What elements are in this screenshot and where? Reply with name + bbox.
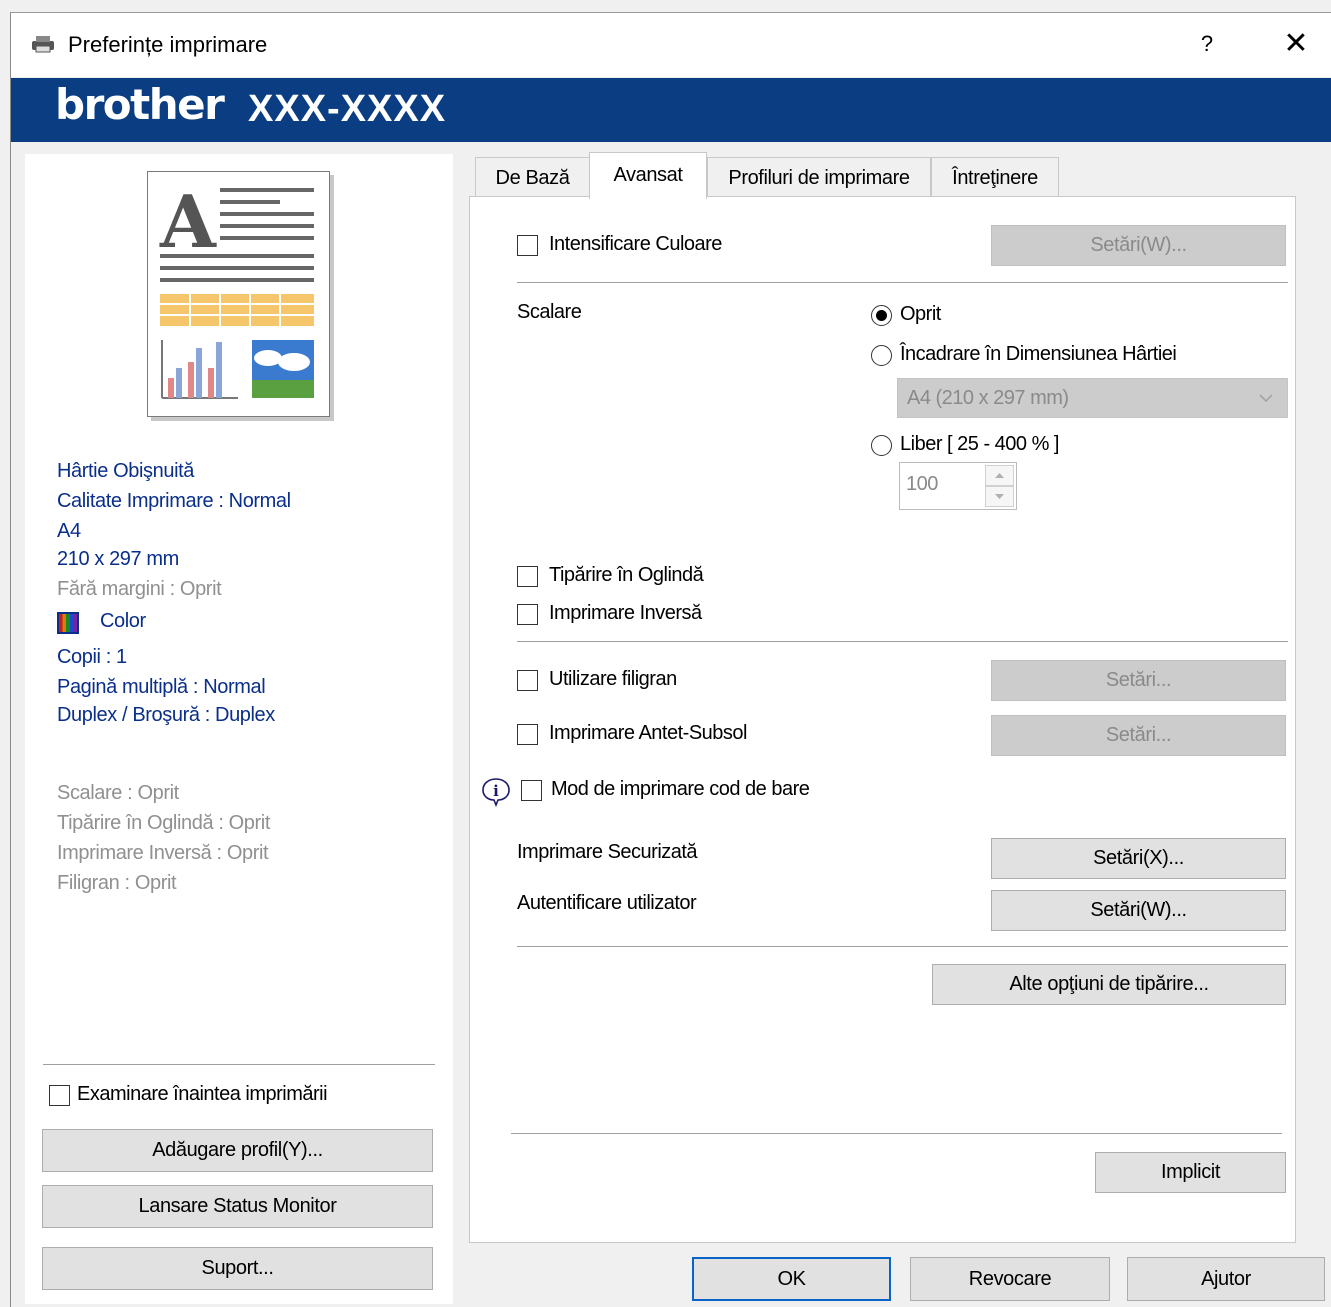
divider (517, 282, 1288, 283)
scale-percent-value: 100 (906, 473, 938, 495)
watermark-label: Utilizare filigran (549, 668, 677, 690)
user-auth-label: Autentificare utilizator (517, 892, 697, 914)
svg-text:A: A (159, 179, 217, 264)
model-name: XXX-XXXX (248, 88, 447, 130)
preview-checkbox[interactable] (49, 1085, 70, 1106)
chevron-down-icon (995, 494, 1004, 499)
stepper-up-button[interactable] (985, 465, 1014, 486)
tab-maintenance[interactable]: Întreţinere (931, 157, 1059, 197)
mirror-label: Tipărire în Oglindă (549, 564, 704, 586)
summary-color: Color (100, 610, 146, 632)
summary-paper-type: Hârtie Obişnuită (57, 460, 194, 482)
secure-print-label: Imprimare Securizată (517, 841, 698, 863)
restore-default-button[interactable]: Implicit (1095, 1152, 1286, 1193)
tab-basic[interactable]: De Bază (475, 157, 590, 197)
scaling-label: Scalare (517, 301, 582, 323)
mirror-checkbox[interactable] (517, 566, 538, 587)
svg-text:i: i (493, 782, 499, 800)
barcode-checkbox[interactable] (521, 780, 542, 801)
info-icon[interactable]: i (481, 777, 511, 807)
summary-scaling: Scalare : Oprit (57, 782, 179, 804)
watermark-settings-button[interactable]: Setări... (991, 660, 1286, 701)
scaling-fit-radio[interactable] (871, 345, 892, 366)
color-icon (57, 612, 79, 634)
preview-illustration: A (159, 179, 314, 399)
summary-multipage: Pagină multiplă : Normal (57, 676, 266, 698)
summary-duplex: Duplex / Broşură : Duplex (57, 704, 275, 726)
paper-size-dropdown[interactable]: A4 (210 x 297 mm) (897, 378, 1288, 418)
scaling-off-label: Oprit (900, 303, 941, 325)
secure-print-settings-button[interactable]: Setări(X)... (991, 838, 1286, 879)
summary-dimensions: 210 x 297 mm (57, 548, 179, 570)
summary-watermark: Filigran : Oprit (57, 872, 177, 894)
status-monitor-button[interactable]: Lansare Status Monitor (42, 1185, 433, 1228)
header-footer-label: Imprimare Antet-Subsol (549, 722, 747, 744)
summary-mirror: Tipărire în Oglindă : Oprit (57, 812, 270, 834)
summary-borderless: Fără margini : Oprit (57, 578, 222, 600)
other-options-button[interactable]: Alte opţiuni de tipărire... (932, 964, 1286, 1005)
page-preview: A (147, 171, 330, 417)
header-footer-checkbox[interactable] (517, 724, 538, 745)
chevron-down-icon (1259, 394, 1273, 403)
color-enhance-checkbox[interactable] (517, 235, 538, 256)
divider (43, 1064, 435, 1065)
barcode-label: Mod de imprimare cod de bare (551, 778, 810, 800)
support-button[interactable]: Suport... (42, 1247, 433, 1290)
help-button[interactable]: Ajutor (1127, 1257, 1325, 1301)
summary-paper-size: A4 (57, 520, 81, 542)
divider (511, 1133, 1282, 1134)
cancel-button[interactable]: Revocare (910, 1257, 1110, 1301)
printer-icon (32, 36, 54, 53)
close-icon[interactable]: ✕ (1280, 28, 1312, 60)
brand-logo: brother (55, 80, 225, 129)
add-profile-button[interactable]: Adăugare profil(Y)... (42, 1129, 433, 1172)
summary-quality: Calitate Imprimare : Normal (57, 490, 291, 512)
divider (517, 641, 1288, 642)
color-enhance-settings-button[interactable]: Setări(W)... (991, 225, 1286, 266)
header-footer-settings-button[interactable]: Setări... (991, 715, 1286, 756)
ok-button[interactable]: OK (692, 1257, 891, 1301)
scaling-free-radio[interactable] (871, 435, 892, 456)
scaling-free-label: Liber [ 25 - 400 % ] (900, 433, 1059, 455)
tab-advanced[interactable]: Avansat (589, 152, 707, 199)
scaling-fit-label: Încadrare în Dimensiunea Hârtiei (900, 343, 1177, 365)
scale-percent-stepper[interactable]: 100 (899, 462, 1017, 510)
color-enhance-label: Intensificare Culoare (549, 233, 722, 255)
watermark-checkbox[interactable] (517, 670, 538, 691)
reverse-checkbox[interactable] (517, 604, 538, 625)
summary-copies: Copii : 1 (57, 646, 127, 668)
scaling-off-radio[interactable] (871, 305, 892, 326)
preview-checkbox-label: Examinare înaintea imprimării (77, 1083, 328, 1105)
user-auth-settings-button[interactable]: Setări(W)... (991, 890, 1286, 931)
stepper-down-button[interactable] (985, 486, 1014, 507)
tab-print-profiles[interactable]: Profiluri de imprimare (707, 157, 931, 197)
help-icon[interactable]: ? (1192, 28, 1222, 60)
paper-size-value: A4 (210 x 297 mm) (907, 387, 1069, 409)
window-title: Preferințe imprimare (68, 32, 268, 57)
divider (517, 946, 1288, 947)
chevron-up-icon (995, 473, 1004, 478)
summary-reverse: Imprimare Inversă : Oprit (57, 842, 269, 864)
reverse-label: Imprimare Inversă (549, 602, 702, 624)
